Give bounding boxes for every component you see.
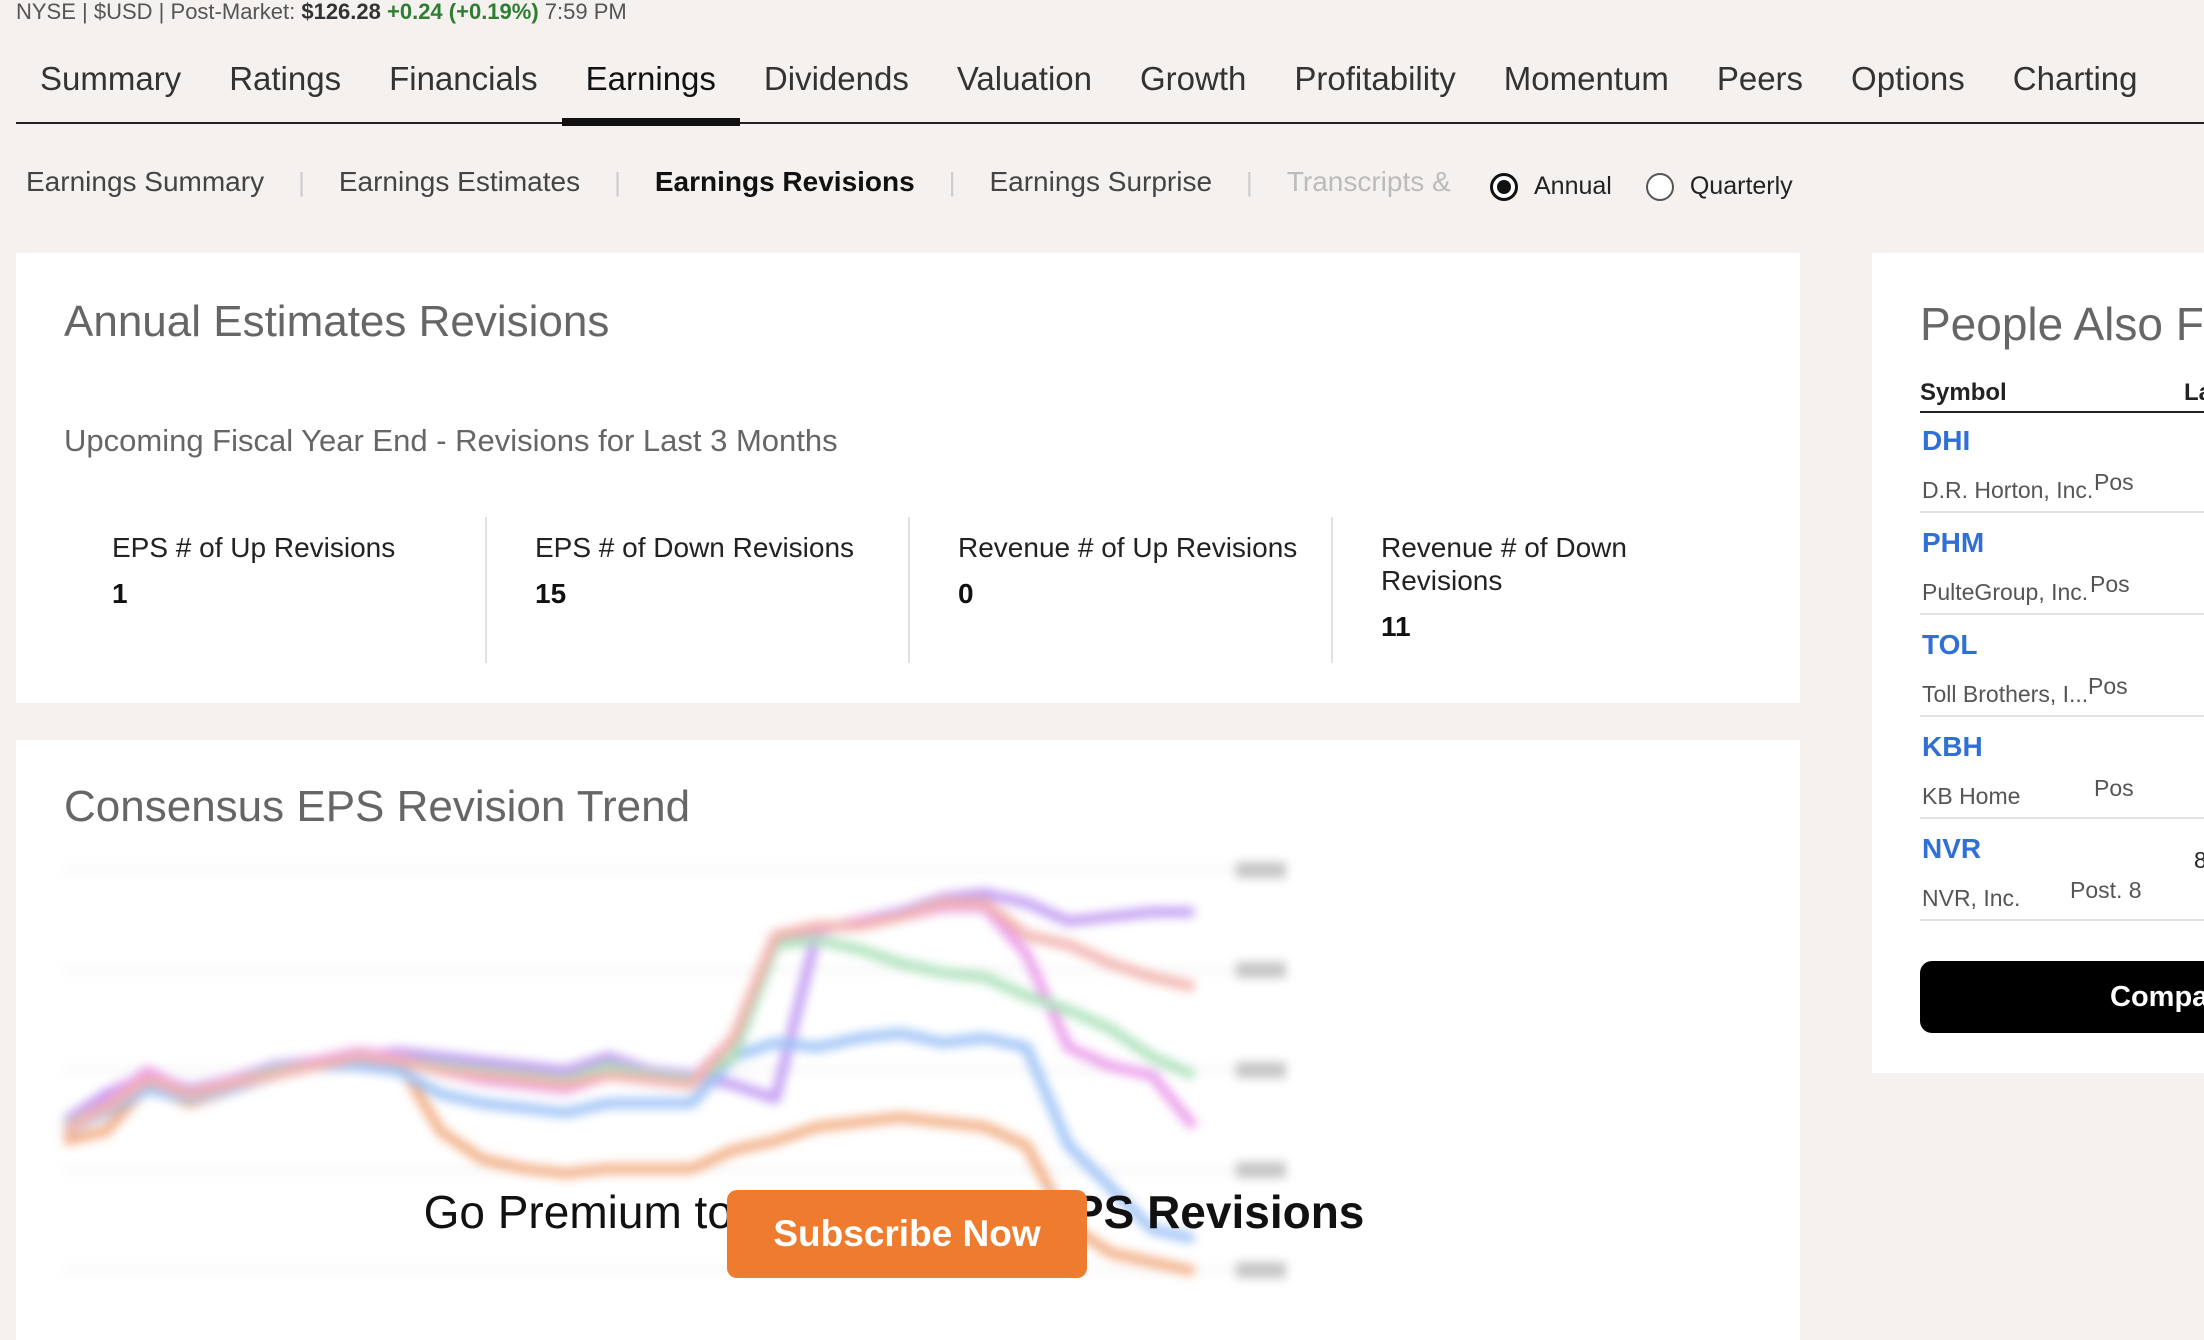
peer-symbol[interactable]: DHI (1922, 425, 1970, 457)
peer-post-market: Pos (2090, 571, 2130, 597)
peer-row[interactable]: DHI D.R. Horton, Inc. Pos (1920, 411, 2204, 513)
metric-value: 1 (112, 578, 128, 609)
eps-revision-trend-card: Consensus EPS Revision Trend Go Premium … (16, 740, 1800, 1340)
ticker-currency: $USD (93, 0, 153, 24)
peer-row[interactable]: KBH KB Home Pos (1920, 717, 2204, 819)
annual-revisions-card: Annual Estimates Revisions Upcoming Fisc… (16, 253, 1800, 703)
revision-metrics: EPS # of Up Revisions 1 EPS # of Down Re… (64, 517, 1756, 663)
main-tab-bar: Summary Ratings Financials Earnings Dividend… (16, 36, 2204, 126)
peer-post-market: Pos (2094, 775, 2134, 801)
quarterly-radio[interactable]: Quarterly (1645, 172, 1793, 201)
peer-symbol[interactable]: NVR (1922, 833, 1981, 865)
compare-label: Compa (2110, 981, 2204, 1013)
ticker-change: +0.24 (+0.19%) (387, 0, 539, 24)
metric-value: 11 (1381, 611, 1411, 642)
tab-momentum[interactable]: Momentum (1480, 36, 1693, 124)
metric-revenue-down: Revenue # of Down Revisions 11 (1333, 517, 1756, 663)
period-toggle: Annual Quarterly (1490, 172, 1827, 201)
metric-label: Revenue # of Up Revisions (958, 532, 1298, 563)
metric-value: 0 (958, 578, 974, 609)
peer-post-market: Pos (2094, 469, 2134, 495)
radio-unchecked-icon[interactable] (1645, 172, 1674, 201)
sub-tab-bar: Earnings Summary | Earnings Estimates | Earn… (26, 160, 1451, 204)
compare-button[interactable]: Compa (1920, 961, 2204, 1033)
metric-revenue-up: Revenue # of Up Revisions 0 (910, 517, 1333, 663)
metric-value: 15 (535, 578, 567, 609)
sub-tab-separator: | (1246, 166, 1253, 197)
sub-tab-separator: | (298, 166, 305, 197)
sub-tab-separator: | (614, 166, 621, 197)
y-tick-label (1236, 862, 1286, 878)
sub-tab-separator: | (948, 166, 956, 197)
sub-tab-earnings-estimates[interactable]: Earnings Estimates (339, 166, 580, 198)
peer-symbol[interactable]: PHM (1922, 527, 1984, 559)
peer-name: PulteGroup, Inc. (1922, 579, 2089, 605)
revisions-subtitle: Upcoming Fiscal Year End - Revisions for… (64, 423, 838, 458)
metric-label: EPS # of Down Revisions (535, 532, 855, 563)
tab-valuation[interactable]: Valuation (933, 36, 1116, 124)
quarterly-label: Quarterly (1689, 172, 1793, 200)
peer-name: Toll Brothers, I... (1922, 681, 2089, 707)
metric-label: EPS # of Up Revisions (112, 532, 396, 563)
peer-name: D.R. Horton, Inc. (1922, 477, 2094, 503)
y-tick-label (1236, 1262, 1286, 1278)
tab-options[interactable]: Options (1827, 36, 1989, 124)
ticker-session: Post-Market: (170, 0, 296, 24)
tab-dividends[interactable]: Dividends (740, 36, 933, 124)
tab-profitability[interactable]: Profitability (1270, 36, 1479, 124)
peer-row[interactable]: NVR NVR, Inc. Post. 8 8 (1920, 819, 2204, 921)
tab-earnings[interactable]: Earnings (561, 36, 741, 126)
series-line (64, 897, 1196, 1136)
y-tick-label (1236, 962, 1286, 978)
peer-post-market: Pos (2088, 673, 2128, 699)
metric-eps-up: EPS # of Up Revisions 1 (64, 517, 487, 663)
tab-ratings[interactable]: Ratings (205, 36, 365, 124)
tab-growth[interactable]: Growth (1116, 36, 1270, 124)
annual-radio[interactable]: Annual (1490, 172, 1612, 201)
sub-tab-earnings-surprise[interactable]: Earnings Surprise (989, 166, 1212, 198)
peers-col-symbol: Symbol (1920, 379, 2007, 406)
subscribe-now-button[interactable]: Subscribe Now (727, 1190, 1087, 1278)
annual-label: Annual (1534, 172, 1612, 200)
sub-tab-earnings-summary[interactable]: Earnings Summary (26, 166, 264, 198)
tab-summary[interactable]: Summary (16, 36, 205, 124)
ticker-time: 7:59 PM (544, 0, 627, 24)
peer-row[interactable]: PHM PulteGroup, Inc. Pos (1920, 513, 2204, 615)
peer-last-price: 8 (2194, 847, 2204, 873)
people-also-follow-card: People Also Fo Symbol La DHI D.R. Horton,… (1872, 253, 2204, 1073)
peer-post-market: Post. 8 (2070, 877, 2142, 903)
metric-eps-down: EPS # of Down Revisions 15 (487, 517, 910, 663)
ticker-price: $126.28 (301, 0, 381, 24)
metric-label: Revenue # of Down Revisions (1381, 532, 1627, 596)
ticker-bar: NYSE | $USD | Post-Market: $126.28 +0.24… (16, 0, 627, 24)
peers-col-last: La (2184, 379, 2204, 406)
ticker-exchange: NYSE (16, 0, 76, 24)
y-tick-label (1236, 1062, 1286, 1078)
peers-title: People Also Fo (1920, 298, 2204, 350)
peer-symbol[interactable]: KBH (1922, 731, 1983, 763)
peer-name: KB Home (1922, 783, 2021, 809)
peer-row[interactable]: TOL Toll Brothers, I... Pos (1920, 615, 2204, 717)
peer-symbol[interactable]: TOL (1922, 629, 1977, 661)
tab-charting[interactable]: Charting (1989, 36, 2162, 124)
tab-peers[interactable]: Peers (1693, 36, 1827, 124)
tab-financials[interactable]: Financials (365, 36, 562, 124)
peer-name: NVR, Inc. (1922, 885, 2021, 911)
revisions-title: Annual Estimates Revisions (64, 297, 610, 346)
sub-tab-earnings-revisions[interactable]: Earnings Revisions (655, 166, 915, 198)
y-tick-label (1236, 1162, 1286, 1178)
trend-title: Consensus EPS Revision Trend (64, 782, 691, 831)
sub-tab-transcripts[interactable]: Transcripts & (1287, 166, 1451, 198)
peers-header: Symbol La (1920, 379, 2204, 413)
radio-checked-icon[interactable] (1490, 172, 1518, 201)
